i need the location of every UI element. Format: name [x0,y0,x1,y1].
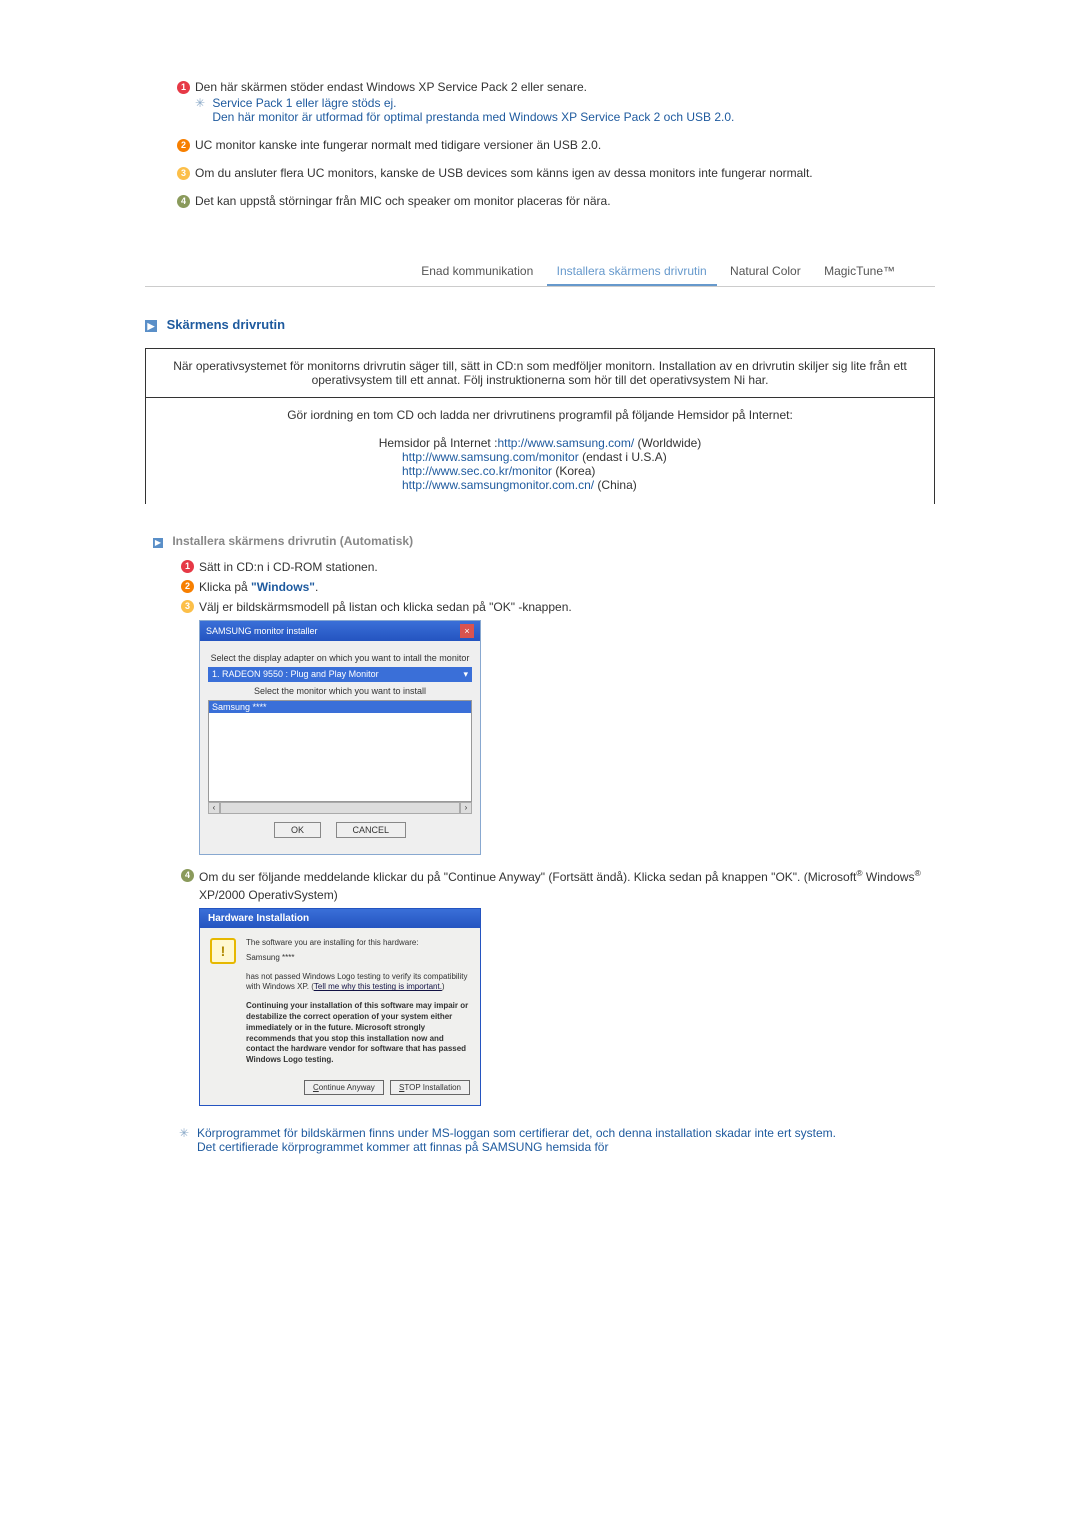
step-4: 4 Om du ser följande meddelande klickar … [145,867,935,904]
chevron-right-icon[interactable]: › [460,802,472,814]
footnote-p1: Körprogrammet för bildskärmen finns unde… [197,1126,836,1140]
arrow-icon: ▶ [153,538,163,548]
chevron-down-icon: ▾ [463,669,468,680]
hw-link[interactable]: Tell me why this testing is important. [314,982,442,991]
info-label: Hemsidor på Internet : [379,436,498,450]
tab-enad[interactable]: Enad kommunikation [411,258,543,284]
info-p2: Gör iordning en tom CD och ladda ner dri… [146,398,934,432]
installer-label-2: Select the monitor which you want to ins… [208,686,472,696]
hardware-dialog-text: The software you are installing for this… [246,938,470,1066]
cancel-button[interactable]: CANCEL [336,822,407,838]
badge-4: 4 [177,195,190,208]
installer-title: SAMSUNG monitor installer [206,626,318,636]
tab-installera[interactable]: Installera skärmens drivrutin [547,258,717,286]
badge-3: 3 [181,600,194,613]
badge-2: 2 [181,580,194,593]
info-p1: När operativsystemet för monitorns drivr… [146,348,934,398]
installer-monitor-list[interactable]: Samsung **** [208,700,472,802]
tab-natural-color[interactable]: Natural Color [720,258,811,284]
installer-titlebar: SAMSUNG monitor installer × [200,621,480,641]
step-2: 2 Klicka på "Windows". [145,578,935,596]
chevron-left-icon[interactable]: ‹ [208,802,220,814]
section-title: Skärmens drivrutin [167,317,286,332]
hardware-dialog: Hardware Installation ! The software you… [199,908,481,1106]
star-icon: ✳ [195,96,205,110]
hardware-dialog-title: Hardware Installation [200,909,480,928]
badge-1: 1 [177,81,190,94]
installer-scrollbar[interactable]: ‹ › [208,802,472,814]
link-korea-suffix: (Korea) [552,464,595,478]
note-4-text: Det kan uppstå störningar från MIC och s… [195,194,611,208]
note-1-sub2: Den här monitor är utformad för optimal … [212,110,734,124]
badge-1: 1 [181,560,194,573]
footnote: ✳ Körprogrammet för bildskärmen finns un… [145,1126,935,1154]
note-1-sub1: Service Pack 1 eller lägre stöds ej. [212,96,396,110]
badge-4: 4 [181,869,194,882]
hw-line3b: ) [442,982,445,991]
badge-3: 3 [177,167,190,180]
installer-window: SAMSUNG monitor installer × Select the d… [199,620,481,855]
footnote-p2: Det certifierade körprogrammet kommer at… [197,1140,608,1154]
subheader-row: ▶ Installera skärmens drivrutin (Automat… [145,534,935,548]
step-4-text-b: Windows [863,870,915,884]
step-3: 3 Välj er bildskärmsmodell på listan och… [145,598,935,616]
step-1-text: Sätt in CD:n i CD-ROM stationen. [199,560,378,574]
step-2-text-b: . [315,580,318,594]
info-box: När operativsystemet för monitorns drivr… [145,348,935,504]
close-icon[interactable]: × [460,624,474,638]
step-2-text-a: Klicka på [199,580,251,594]
ok-button[interactable]: OK [274,822,321,838]
step-4-text-c: XP/2000 OperativSystem) [199,888,338,902]
note-2: 2 UC monitor kanske inte fungerar normal… [145,138,935,152]
note-4: 4 Det kan uppstå störningar från MIC och… [145,194,935,208]
hw-line1: The software you are installing for this… [246,938,470,949]
tab-bar: Enad kommunikation Installera skärmens d… [145,258,935,287]
link-korea[interactable]: http://www.sec.co.kr/monitor [402,464,552,478]
info-links: Hemsidor på Internet :http://www.samsung… [146,432,934,504]
note-3-text: Om du ansluter flera UC monitors, kanske… [195,166,813,180]
note-2-text: UC monitor kanske inte fungerar normalt … [195,138,601,152]
link-usa-suffix: (endast i U.S.A) [579,450,667,464]
note-1-text: Den här skärmen stöder endast Windows XP… [195,80,587,94]
link-worldwide-suffix: (Worldwide) [634,436,701,450]
tab-magictune[interactable]: MagicTune™ [814,258,905,284]
hw-bold: Continuing your installation of this sof… [246,1001,470,1066]
badge-2: 2 [177,139,190,152]
installer-select-value: 1. RADEON 9550 : Plug and Play Monitor [212,669,379,680]
installer-label-1: Select the display adapter on which you … [208,653,472,663]
installer-list-item[interactable]: Samsung **** [209,701,471,713]
link-china[interactable]: http://www.samsungmonitor.com.cn/ [402,478,594,492]
step-3-text: Välj er bildskärmsmodell på listan och k… [199,600,572,614]
hw-line2: Samsung **** [246,953,470,964]
link-usa[interactable]: http://www.samsung.com/monitor [402,450,579,464]
step-2-link[interactable]: "Windows" [251,580,315,594]
note-1: 1 Den här skärmen stöder endast Windows … [145,80,935,124]
arrow-icon: ▶ [145,320,157,332]
reg-symbol: ® [915,868,921,878]
link-worldwide[interactable]: http://www.samsung.com/ [497,436,634,450]
step-1: 1 Sätt in CD:n i CD-ROM stationen. [145,558,935,576]
star-icon: ✳ [179,1126,189,1140]
note-3: 3 Om du ansluter flera UC monitors, kans… [145,166,935,180]
document-page: 1 Den här skärmen stöder endast Windows … [125,0,955,1194]
stop-installation-button[interactable]: STOP Installation [390,1080,470,1095]
warning-icon: ! [210,938,236,964]
continue-anyway-button[interactable]: Continue Anyway [304,1080,384,1095]
installer-adapter-select[interactable]: 1. RADEON 9550 : Plug and Play Monitor ▾ [208,667,472,682]
subheader-text: Installera skärmens drivrutin (Automatis… [172,534,413,548]
link-china-suffix: (China) [594,478,637,492]
step-4-text-a: Om du ser följande meddelande klickar du… [199,870,856,884]
section-header: ▶ Skärmens drivrutin [145,317,935,332]
